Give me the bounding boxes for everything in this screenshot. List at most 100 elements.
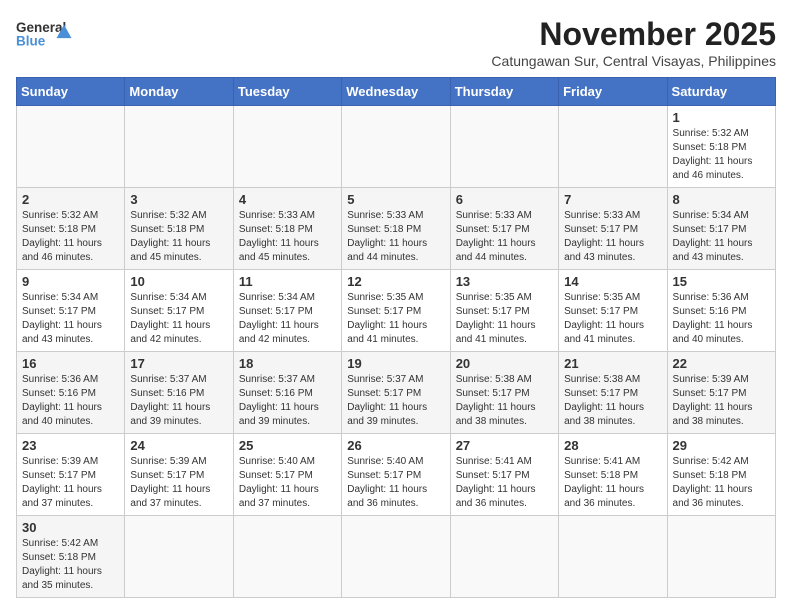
calendar-cell: 18 Sunrise: 5:37 AMSunset: 5:16 PMDayligh… [233,352,341,434]
calendar-cell: 23 Sunrise: 5:39 AMSunset: 5:17 PMDayligh… [17,434,125,516]
svg-text:General: General [16,20,66,35]
calendar-cell: 14 Sunrise: 5:35 AMSunset: 5:17 PMDayligh… [559,270,667,352]
calendar-cell: 6Sunrise: 5:33 AMSunset: 5:17 PMDaylight… [450,188,558,270]
day-number: 22 [673,356,770,371]
day-number: 29 [673,438,770,453]
day-info: Sunrise: 5:32 AMSunset: 5:18 PMDaylight:… [130,209,227,265]
day-info: Sunrise: 5:36 AMSunset: 5:16 PMDaylight:… [22,373,119,429]
day-number: 11 [239,274,336,289]
day-info: Sunrise: 5:34 AMSunset: 5:17 PMDaylight:… [239,291,336,347]
calendar-cell: 15 Sunrise: 5:36 AMSunset: 5:16 PMDayligh… [667,270,775,352]
calendar-cell [125,516,233,598]
day-number: 12 [347,274,444,289]
day-info: Sunrise: 5:32 AMSunset: 5:18 PMDaylight:… [22,209,119,265]
calendar-cell: 20 Sunrise: 5:38 AMSunset: 5:17 PMDayligh… [450,352,558,434]
logo-svg: General Blue [16,16,76,52]
calendar-cell: 1 Sunrise: 5:32 AMSunset: 5:18 PMDaylight… [667,106,775,188]
day-number: 21 [564,356,661,371]
day-number: 20 [456,356,553,371]
day-info: Sunrise: 5:40 AMSunset: 5:17 PMDaylight:… [347,455,444,511]
calendar-cell: 9 Sunrise: 5:34 AMSunset: 5:17 PMDaylight… [17,270,125,352]
calendar-cell: 28Sunrise: 5:41 AMSunset: 5:18 PMDayligh… [559,434,667,516]
day-info: Sunrise: 5:33 AMSunset: 5:17 PMDaylight:… [456,209,553,265]
day-info: Sunrise: 5:36 AMSunset: 5:16 PMDaylight:… [673,291,770,347]
calendar-cell [450,106,558,188]
weekday-header-monday: Monday [125,78,233,106]
calendar-cell: 30Sunrise: 5:42 AMSunset: 5:18 PMDayligh… [17,516,125,598]
calendar-cell [559,106,667,188]
calendar-cell [450,516,558,598]
day-info: Sunrise: 5:34 AMSunset: 5:17 PMDaylight:… [130,291,227,347]
calendar-week-1: 1 Sunrise: 5:32 AMSunset: 5:18 PMDaylight… [17,106,776,188]
calendar-cell: 16 Sunrise: 5:36 AMSunset: 5:16 PMDayligh… [17,352,125,434]
day-number: 8 [673,192,770,207]
weekday-header-wednesday: Wednesday [342,78,450,106]
calendar-cell: 11 Sunrise: 5:34 AMSunset: 5:17 PMDayligh… [233,270,341,352]
calendar-cell [342,106,450,188]
day-number: 26 [347,438,444,453]
day-info: Sunrise: 5:32 AMSunset: 5:18 PMDaylight:… [673,127,770,183]
calendar-cell: 10 Sunrise: 5:34 AMSunset: 5:17 PMDayligh… [125,270,233,352]
day-info: Sunrise: 5:38 AMSunset: 5:17 PMDaylight:… [456,373,553,429]
day-info: Sunrise: 5:39 AMSunset: 5:17 PMDaylight:… [130,455,227,511]
day-info: Sunrise: 5:38 AMSunset: 5:17 PMDaylight:… [564,373,661,429]
calendar-cell: 26 Sunrise: 5:40 AMSunset: 5:17 PMDayligh… [342,434,450,516]
day-info: Sunrise: 5:34 AMSunset: 5:17 PMDaylight:… [673,209,770,265]
title-block: November 2025 Catungawan Sur, Central Vi… [491,16,776,69]
day-info: Sunrise: 5:35 AMSunset: 5:17 PMDaylight:… [564,291,661,347]
day-info: Sunrise: 5:42 AMSunset: 5:18 PMDaylight:… [673,455,770,511]
day-info: Sunrise: 5:39 AMSunset: 5:17 PMDaylight:… [673,373,770,429]
day-number: 3 [130,192,227,207]
calendar-cell: 27Sunrise: 5:41 AMSunset: 5:17 PMDayligh… [450,434,558,516]
day-number: 30 [22,520,119,535]
calendar-cell: 17Sunrise: 5:37 AMSunset: 5:16 PMDayligh… [125,352,233,434]
month-title: November 2025 [491,16,776,53]
weekday-header-row: SundayMondayTuesdayWednesdayThursdayFrid… [17,78,776,106]
day-info: Sunrise: 5:35 AMSunset: 5:17 PMDaylight:… [456,291,553,347]
calendar-cell [17,106,125,188]
day-info: Sunrise: 5:39 AMSunset: 5:17 PMDaylight:… [22,455,119,511]
calendar-cell [233,106,341,188]
calendar-week-5: 23 Sunrise: 5:39 AMSunset: 5:17 PMDayligh… [17,434,776,516]
svg-text:Blue: Blue [16,34,46,49]
calendar-cell: 3 Sunrise: 5:32 AMSunset: 5:18 PMDaylight… [125,188,233,270]
day-number: 19 [347,356,444,371]
day-number: 9 [22,274,119,289]
day-info: Sunrise: 5:33 AMSunset: 5:18 PMDaylight:… [347,209,444,265]
calendar-cell: 29 Sunrise: 5:42 AMSunset: 5:18 PMDayligh… [667,434,775,516]
day-info: Sunrise: 5:34 AMSunset: 5:17 PMDaylight:… [22,291,119,347]
day-number: 18 [239,356,336,371]
day-number: 16 [22,356,119,371]
day-number: 2 [22,192,119,207]
day-number: 28 [564,438,661,453]
calendar-cell: 4 Sunrise: 5:33 AMSunset: 5:18 PMDaylight… [233,188,341,270]
calendar-cell: 25Sunrise: 5:40 AMSunset: 5:17 PMDayligh… [233,434,341,516]
day-info: Sunrise: 5:37 AMSunset: 5:16 PMDaylight:… [130,373,227,429]
day-number: 10 [130,274,227,289]
day-number: 27 [456,438,553,453]
day-number: 14 [564,274,661,289]
day-number: 4 [239,192,336,207]
location-title: Catungawan Sur, Central Visayas, Philipp… [491,53,776,69]
calendar-cell [233,516,341,598]
calendar-cell: 7Sunrise: 5:33 AMSunset: 5:17 PMDaylight… [559,188,667,270]
day-info: Sunrise: 5:37 AMSunset: 5:17 PMDaylight:… [347,373,444,429]
calendar-week-6: 30Sunrise: 5:42 AMSunset: 5:18 PMDayligh… [17,516,776,598]
day-number: 1 [673,110,770,125]
day-info: Sunrise: 5:33 AMSunset: 5:17 PMDaylight:… [564,209,661,265]
day-info: Sunrise: 5:33 AMSunset: 5:18 PMDaylight:… [239,209,336,265]
day-number: 13 [456,274,553,289]
day-info: Sunrise: 5:37 AMSunset: 5:16 PMDaylight:… [239,373,336,429]
calendar-week-3: 9 Sunrise: 5:34 AMSunset: 5:17 PMDaylight… [17,270,776,352]
day-number: 15 [673,274,770,289]
calendar-cell: 19 Sunrise: 5:37 AMSunset: 5:17 PMDayligh… [342,352,450,434]
calendar-cell: 8 Sunrise: 5:34 AMSunset: 5:17 PMDaylight… [667,188,775,270]
day-number: 23 [22,438,119,453]
calendar-cell [559,516,667,598]
day-number: 24 [130,438,227,453]
calendar-cell: 21 Sunrise: 5:38 AMSunset: 5:17 PMDayligh… [559,352,667,434]
logo: General Blue [16,16,76,52]
day-info: Sunrise: 5:40 AMSunset: 5:17 PMDaylight:… [239,455,336,511]
calendar-week-2: 2 Sunrise: 5:32 AMSunset: 5:18 PMDaylight… [17,188,776,270]
calendar-cell [667,516,775,598]
